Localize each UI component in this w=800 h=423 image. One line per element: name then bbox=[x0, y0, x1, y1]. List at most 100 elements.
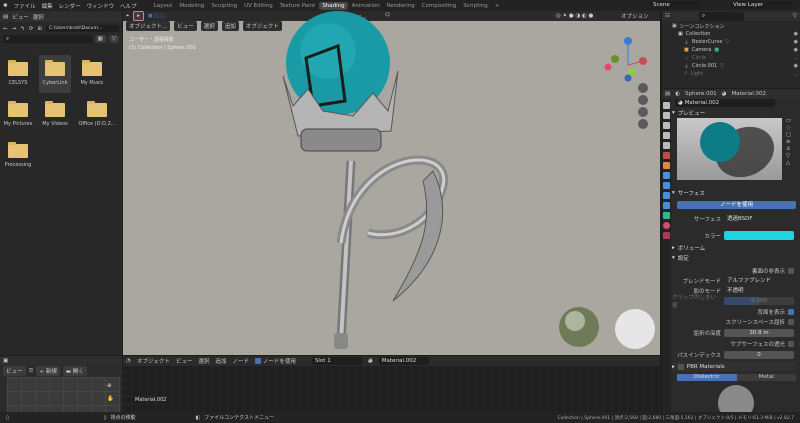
tab-animation[interactable]: Animation bbox=[349, 2, 383, 10]
tab-sculpting[interactable]: Sculpting bbox=[208, 2, 240, 10]
data-tab-icon[interactable] bbox=[663, 212, 670, 219]
hamburger-icon[interactable]: ☰ bbox=[29, 368, 34, 374]
3d-viewport[interactable]: ⌖ ▸ ◼◻◻◻ グロー... ⌬ オプション オブジェクト... ビュー 選択… bbox=[123, 11, 660, 355]
tab-uv-editing[interactable]: UV Editing bbox=[241, 2, 276, 10]
flat-preview-icon[interactable]: ▭ bbox=[786, 118, 796, 124]
editor-type-icon[interactable]: ▤ bbox=[665, 91, 670, 97]
surface-section[interactable]: ▾ サーフェス bbox=[672, 188, 796, 197]
fluid-preview-icon[interactable]: △ bbox=[786, 160, 796, 166]
folder-item[interactable]: Processing bbox=[3, 142, 33, 168]
physics-tab-icon[interactable] bbox=[663, 192, 670, 199]
eye-icon[interactable]: ◉ bbox=[794, 63, 798, 69]
outliner-item[interactable]: ▣ Collection ◉ bbox=[672, 30, 798, 38]
hair-preview-icon[interactable]: ≋ bbox=[786, 139, 796, 145]
open-image-button[interactable]: ▬ 開く bbox=[62, 366, 87, 376]
outliner-item[interactable]: ⏚ BezierCurve ▽ ◉ bbox=[672, 38, 798, 46]
blend-mode-selector[interactable]: アルファブレンド bbox=[724, 276, 794, 285]
editor-type-icon[interactable]: ☷ bbox=[665, 13, 670, 19]
menu-view[interactable]: ビュー bbox=[176, 357, 193, 365]
pbr-materials-section[interactable]: ▸ PBR Materials bbox=[672, 362, 796, 371]
back-icon[interactable]: ← bbox=[3, 26, 8, 32]
filter-icon[interactable]: ▽ bbox=[793, 13, 797, 19]
object-tab-icon[interactable] bbox=[663, 162, 670, 169]
render-tab-icon[interactable] bbox=[663, 112, 670, 119]
outliner-search[interactable]: ⌕ bbox=[698, 11, 744, 21]
ssr-row[interactable]: スクリーンスペース屈折 bbox=[672, 317, 794, 326]
world-tab-icon[interactable] bbox=[663, 152, 670, 159]
use-nodes-button[interactable]: ノードを使用 bbox=[677, 201, 796, 209]
menu-view[interactable]: ビュー bbox=[12, 13, 29, 21]
backface-culling-row[interactable]: 裏面の非表示 bbox=[672, 266, 794, 275]
search-input[interactable]: ⌕ bbox=[3, 35, 92, 43]
clip-threshold-slider[interactable]: 0.500 bbox=[724, 296, 794, 305]
settings-section[interactable]: ▾ 設定 bbox=[672, 253, 796, 262]
shaderball-preview-icon[interactable]: ♙ bbox=[786, 146, 796, 152]
menu-node[interactable]: ノード bbox=[232, 357, 249, 365]
shadow-mode-selector[interactable]: 不透明 bbox=[724, 286, 794, 295]
folder-item[interactable]: CyberLink bbox=[40, 60, 70, 86]
outliner-item[interactable]: ■ Camera ■ ◉ bbox=[672, 46, 798, 54]
show-backface-row[interactable]: 背面を表示 bbox=[672, 307, 794, 316]
show-backface-checkbox[interactable] bbox=[788, 308, 794, 315]
sss-translucency-row[interactable]: サブサーフェスの透光 bbox=[672, 339, 794, 348]
tab-rendering[interactable]: Rendering bbox=[384, 2, 418, 10]
menu-edit[interactable]: 編集 bbox=[42, 2, 53, 10]
eye-closed-icon[interactable]: ◡ bbox=[794, 55, 798, 61]
tab-texture-paint[interactable]: Texture Paint bbox=[277, 2, 319, 10]
hand-pan-icon[interactable]: ✋ bbox=[107, 396, 114, 402]
refraction-depth-field[interactable]: 30.8 m bbox=[724, 328, 794, 337]
menu-select[interactable]: 選択 bbox=[33, 13, 44, 21]
tab-scripting[interactable]: Scripting bbox=[460, 2, 490, 10]
folder-item[interactable]: Office (D:D,2... bbox=[72, 101, 122, 127]
tab-layout[interactable]: Layout bbox=[151, 2, 176, 10]
cloth-preview-icon[interactable]: ▽ bbox=[786, 153, 796, 159]
sphere-preview-icon[interactable]: ◎ bbox=[786, 125, 796, 131]
texture-tab-icon[interactable] bbox=[663, 232, 670, 239]
editor-type-icon[interactable]: ▤ bbox=[3, 14, 8, 20]
outliner-root[interactable]: ▣ シーンコレクション bbox=[672, 22, 798, 30]
menu-select[interactable]: 選択 bbox=[198, 357, 209, 365]
use-nodes-checkbox[interactable]: ノードを使用 bbox=[254, 357, 296, 365]
image-editor-type[interactable]: ▣ bbox=[0, 356, 122, 365]
folder-item[interactable]: CELSYS bbox=[3, 60, 33, 86]
tab-shading[interactable]: Shading bbox=[319, 1, 348, 10]
output-tab-icon[interactable] bbox=[663, 122, 670, 129]
ssr-checkbox[interactable] bbox=[788, 318, 794, 325]
tool-tab-icon[interactable] bbox=[663, 102, 670, 109]
pass-index-field[interactable]: 0 bbox=[724, 350, 794, 359]
tab-metal[interactable]: Metal bbox=[736, 374, 796, 381]
folder-item[interactable]: My Music bbox=[77, 60, 107, 86]
menu-window[interactable]: ウィンドウ bbox=[87, 2, 115, 10]
node-editor[interactable]: ◔ オブジェクト ビュー 選択 追加 ノード ノードを使用 Slot 1 ◕ M… bbox=[123, 356, 660, 412]
eye-closed-icon[interactable]: ◡ bbox=[794, 71, 798, 77]
forward-icon[interactable]: → bbox=[12, 26, 17, 32]
parent-dir-icon[interactable]: ↰ bbox=[20, 26, 25, 32]
view-layer-tab-icon[interactable] bbox=[663, 132, 670, 139]
pbr-checkbox[interactable] bbox=[677, 363, 684, 370]
modifier-tab-icon[interactable] bbox=[663, 172, 670, 179]
filter-button[interactable]: ▽ bbox=[108, 35, 119, 43]
outliner-item[interactable]: ⚲ Light ◡ bbox=[672, 70, 798, 78]
refresh-icon[interactable]: ⟳ bbox=[29, 26, 34, 32]
blender-logo-icon[interactable]: ✺ bbox=[3, 3, 8, 9]
backface-culling-checkbox[interactable] bbox=[788, 267, 794, 274]
sss-checkbox[interactable] bbox=[788, 340, 794, 347]
scene-selector[interactable]: Scene bbox=[650, 1, 700, 9]
path-field[interactable]: C:\Users\kreit\Docum... bbox=[46, 25, 119, 32]
menu-render[interactable]: レンダー bbox=[59, 2, 81, 10]
material-slot-field[interactable]: ◕ Material.002 bbox=[675, 99, 775, 107]
cube-preview-icon[interactable]: ▢ bbox=[786, 132, 796, 138]
surface-shader-selector[interactable]: 透過BSDF bbox=[724, 214, 794, 223]
display-mode-button[interactable]: ▦ bbox=[94, 35, 106, 43]
tab-modeling[interactable]: Modeling bbox=[176, 2, 207, 10]
new-folder-icon[interactable]: ⊞ bbox=[37, 26, 42, 32]
editor-type-icon[interactable]: ◔ bbox=[126, 358, 131, 364]
tab-compositing[interactable]: Compositing bbox=[419, 2, 459, 10]
folder-item[interactable]: My Pictures bbox=[3, 101, 33, 127]
slot-selector[interactable]: Slot 1 bbox=[311, 357, 362, 365]
menu-add[interactable]: 追加 bbox=[215, 357, 226, 365]
material-tab-icon[interactable] bbox=[663, 222, 670, 229]
folder-item[interactable]: My Videos bbox=[40, 101, 70, 127]
material-field[interactable]: Material.002 bbox=[378, 357, 429, 365]
color-swatch[interactable] bbox=[724, 231, 794, 240]
